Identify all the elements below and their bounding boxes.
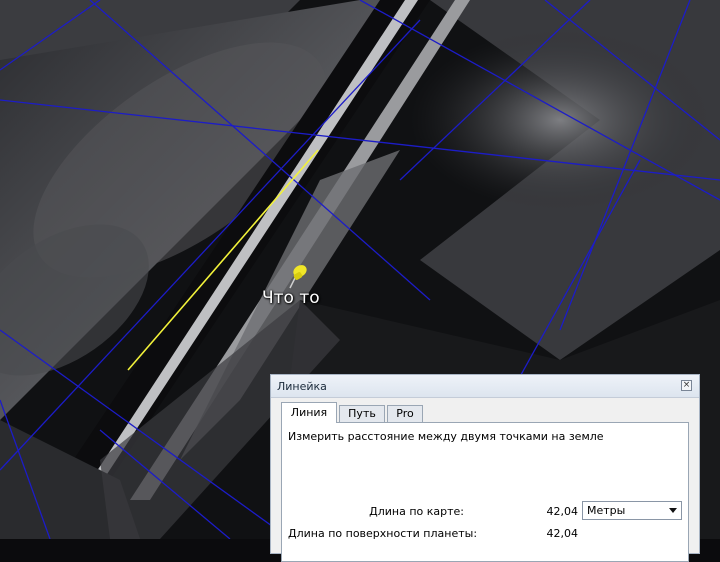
ruler-description: Измерить расстояние между двумя точками … [288, 430, 604, 443]
tab-line[interactable]: Линия [281, 402, 337, 423]
tab-pro[interactable]: Pro [387, 405, 423, 422]
ruler-titlebar[interactable]: Линейка × [271, 375, 699, 398]
close-icon[interactable]: × [681, 380, 692, 391]
unit-selected: Метры [587, 504, 626, 517]
unit-select[interactable]: Метры [582, 501, 682, 520]
tab-path[interactable]: Путь [339, 405, 385, 422]
surface-length-label: Длина по поверхности планеты: [288, 527, 478, 540]
map-length-value: 42,04 [546, 505, 579, 518]
chevron-down-icon [669, 508, 677, 513]
ruler-panel: Измерить расстояние между двумя точками … [281, 422, 689, 562]
map-length-label: Длина по карте: [369, 505, 464, 518]
surface-length-value: 42,04 [546, 527, 579, 540]
ruler-dialog: Линейка × Линия Путь Pro Измерить рассто… [270, 374, 700, 562]
ruler-title: Линейка [277, 380, 327, 393]
placemark-label[interactable]: Что то [262, 288, 320, 308]
